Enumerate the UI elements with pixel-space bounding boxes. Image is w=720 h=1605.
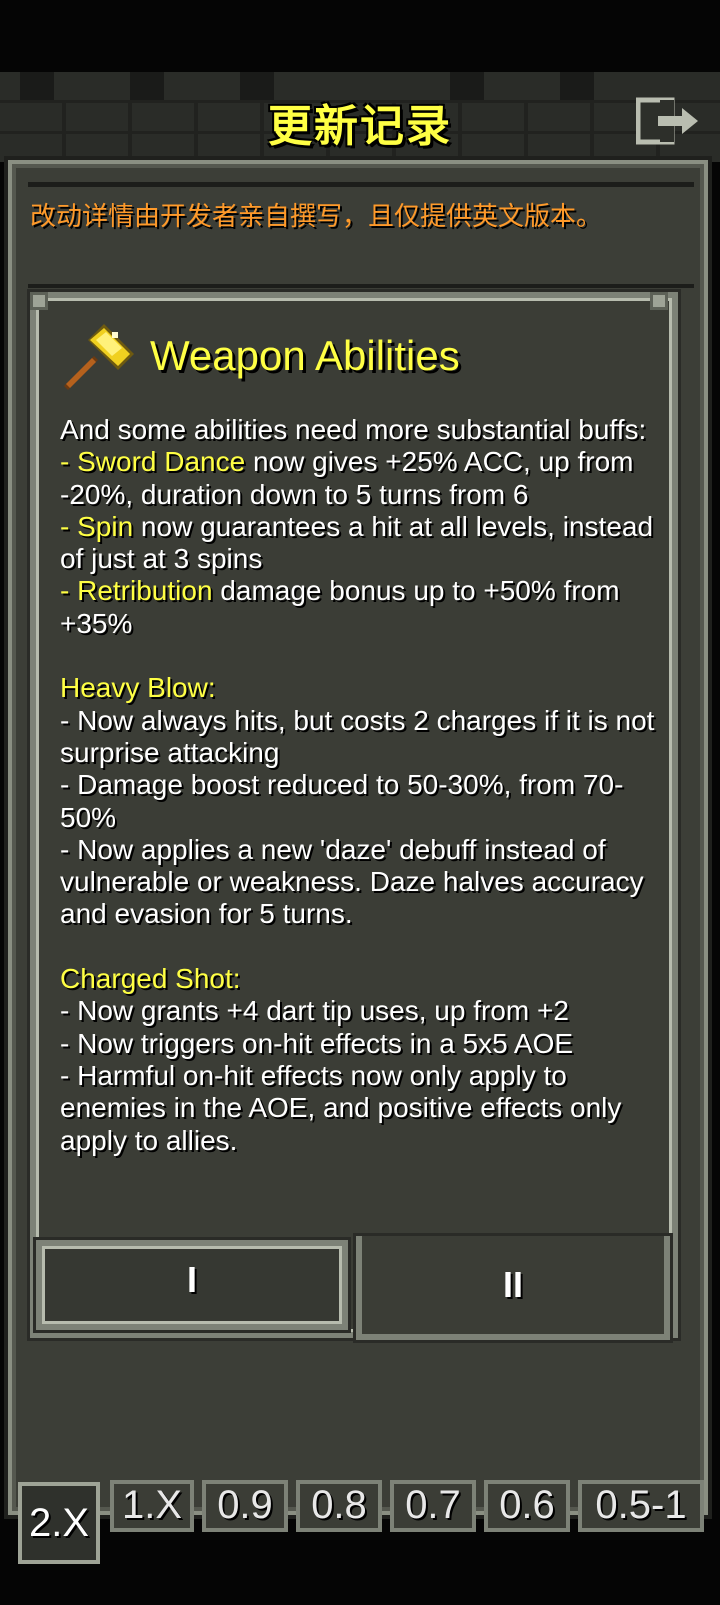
version-button-0-8[interactable]: 0.8 — [296, 1480, 382, 1532]
version-button-0-9[interactable]: 0.9 — [202, 1480, 288, 1532]
golden-hammer-icon — [64, 324, 134, 390]
page-tab-2[interactable]: II — [356, 1236, 670, 1340]
change-text: now guarantees a hit at all levels, inst… — [60, 510, 654, 575]
tab-label: I — [186, 1259, 197, 1300]
version-button-0-6[interactable]: 0.6 — [484, 1480, 570, 1532]
panel-corner — [650, 292, 668, 310]
change-item: - Now always hits, but costs 2 charges i… — [60, 704, 655, 768]
change-item: - Now grants +4 dart tip uses, up from +… — [60, 995, 569, 1027]
change-item: - Spin now guarantees a hit at all level… — [60, 511, 660, 576]
exit-icon[interactable] — [636, 96, 700, 146]
ability-name: Spin — [77, 510, 134, 542]
tab-label: II — [502, 1264, 523, 1305]
version-button-0-5-1[interactable]: 0.5-1 — [578, 1480, 704, 1532]
intro-text: And some abilities need more substantial… — [60, 414, 647, 445]
change-item: - Damage boost reduced to 50-30%, from 7… — [60, 769, 624, 833]
page-title: 更新记录 — [268, 101, 452, 152]
ability-name: Sword Dance — [77, 446, 246, 478]
section-title-charged-shot: Charged Shot: — [60, 963, 241, 995]
version-button-1x[interactable]: 1.X — [110, 1480, 194, 1532]
frame-divider — [28, 182, 694, 187]
change-item: - Retribution damage bonus up to +50% fr… — [60, 575, 660, 640]
change-item: - Harmful on-hit effects now only apply … — [60, 1059, 622, 1156]
frame-divider — [28, 284, 694, 288]
page-tab-1[interactable]: I — [36, 1240, 348, 1330]
panel-corner — [30, 292, 48, 310]
english-only-notice: 改动详情由开发者亲自撰写，且仅提供英文版本。 — [30, 202, 603, 232]
entry-body: And some abilities need more substantial… — [60, 414, 660, 1157]
entry-heading: Weapon Abilities — [150, 332, 460, 379]
change-item: - Now triggers on-hit effects in a 5x5 A… — [60, 1027, 574, 1059]
section-title-heavy-blow: Heavy Blow: — [60, 672, 216, 704]
version-button-0-7[interactable]: 0.7 — [390, 1480, 476, 1532]
version-button-2x[interactable]: 2.X — [18, 1482, 100, 1564]
ability-name: Retribution — [77, 575, 213, 607]
bullet-dash: - — [60, 446, 78, 478]
change-item: - Sword Dance now gives +25% ACC, up fro… — [60, 446, 660, 511]
bullet-dash: - — [60, 575, 78, 607]
bullet-dash: - — [60, 510, 78, 542]
change-item: - Now applies a new 'daze' debuff instea… — [60, 833, 644, 930]
